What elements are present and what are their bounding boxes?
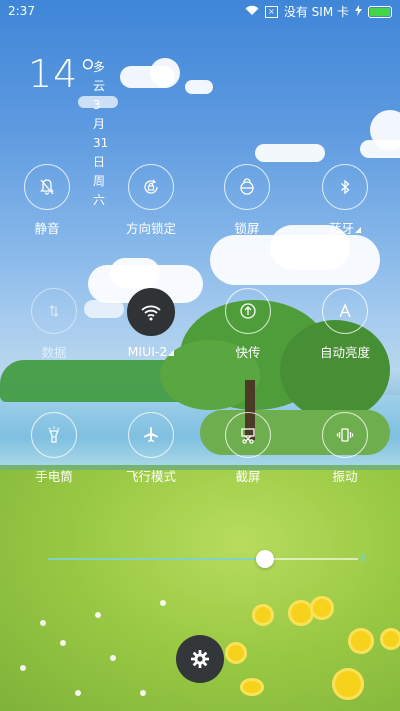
flashlight-label: 手电筒: [35, 469, 73, 484]
weather-condition: 多云: [93, 60, 106, 93]
sim-icon: ×: [264, 5, 278, 18]
toggle-bluetooth[interactable]: 蓝牙: [297, 164, 393, 237]
mobile-data-toggle-button[interactable]: [31, 288, 77, 334]
auto-brightness-toggle-button[interactable]: [322, 288, 368, 334]
rotation-lock-toggle-button[interactable]: [128, 164, 174, 210]
status-time: 2:37: [8, 4, 35, 18]
auto-brightness-icon: [339, 303, 351, 318]
toggle-flashlight[interactable]: 手电筒: [6, 412, 102, 485]
quick-transfer-icon: [240, 303, 256, 319]
wifi-label: MIUI-2: [103, 344, 199, 359]
mobile-data-label: 数据: [41, 345, 67, 360]
toggle-auto-brightness[interactable]: 自动亮度: [297, 288, 393, 361]
screenshot-label: 截屏: [235, 469, 261, 484]
toggle-screenshot[interactable]: 截屏: [200, 412, 296, 485]
flashlight-icon: [48, 426, 60, 443]
wifi-icon: [245, 5, 259, 19]
flashlight-toggle-button[interactable]: [31, 412, 77, 458]
battery-icon: [368, 5, 392, 18]
wifi-toggle-button[interactable]: [127, 288, 175, 336]
toggle-lock-screen[interactable]: 锁屏: [199, 164, 295, 237]
wifi-menu-indicator-icon: [168, 350, 175, 356]
rotation-lock-icon: [144, 179, 158, 194]
toggle-wifi[interactable]: MIUI-2: [103, 288, 199, 359]
toggle-vibrate[interactable]: 振动: [297, 412, 393, 485]
carrier-text: 没有 SIM 卡: [283, 5, 349, 19]
brightness-thumb[interactable]: [256, 550, 274, 568]
bell-off-icon: [40, 179, 54, 195]
bluetooth-toggle-button[interactable]: [322, 164, 368, 210]
silent-toggle-button[interactable]: [24, 164, 70, 210]
airplane-mode-toggle-button[interactable]: [128, 412, 174, 458]
temperature: 14°: [28, 52, 99, 96]
bluetooth-icon: [341, 179, 350, 195]
screenshot-toggle-button[interactable]: [225, 412, 271, 458]
lock-screen-label: 锁屏: [234, 221, 260, 236]
vibrate-toggle-button[interactable]: [322, 412, 368, 458]
status-bar: 2:37 × 没有 SIM 卡: [0, 0, 400, 22]
toggle-mobile-data[interactable]: 数据: [6, 288, 102, 361]
brightness-slider[interactable]: 自: [48, 550, 366, 568]
auto-brightness-indicator: 自: [358, 553, 366, 562]
quick-transfer-toggle-button[interactable]: [225, 288, 271, 334]
mobile-data-icon: [49, 305, 59, 317]
silent-label: 静音: [34, 221, 60, 236]
vibrate-icon: [336, 428, 354, 442]
weather-widget[interactable]: 14° 多云 3月31日 周六: [28, 52, 108, 207]
settings-button[interactable]: [176, 635, 224, 683]
charging-icon: [355, 4, 362, 19]
bluetooth-menu-indicator-icon: [355, 227, 361, 233]
airplane-mode-label: 飞行模式: [125, 469, 176, 484]
vibrate-label: 振动: [332, 469, 358, 484]
wifi-icon: [141, 305, 161, 321]
lock-screen-icon: [240, 178, 254, 195]
auto-brightness-label: 自动亮度: [319, 345, 370, 360]
lock-screen-toggle-button[interactable]: [224, 164, 270, 210]
toggle-rotation-lock[interactable]: 方向锁定: [103, 164, 199, 237]
screenshot-icon: [241, 428, 255, 444]
toggle-airplane-mode[interactable]: 飞行模式: [103, 412, 199, 485]
quick-transfer-label: 快传: [235, 345, 261, 360]
bluetooth-label: 蓝牙: [297, 218, 393, 237]
toggle-quick-transfer[interactable]: 快传: [200, 288, 296, 361]
brightness-fill: [48, 558, 265, 560]
airplane-icon: [144, 427, 158, 442]
gear-icon: [191, 650, 209, 668]
rotation-lock-label: 方向锁定: [125, 221, 176, 236]
toggle-silent[interactable]: 静音: [0, 164, 95, 237]
